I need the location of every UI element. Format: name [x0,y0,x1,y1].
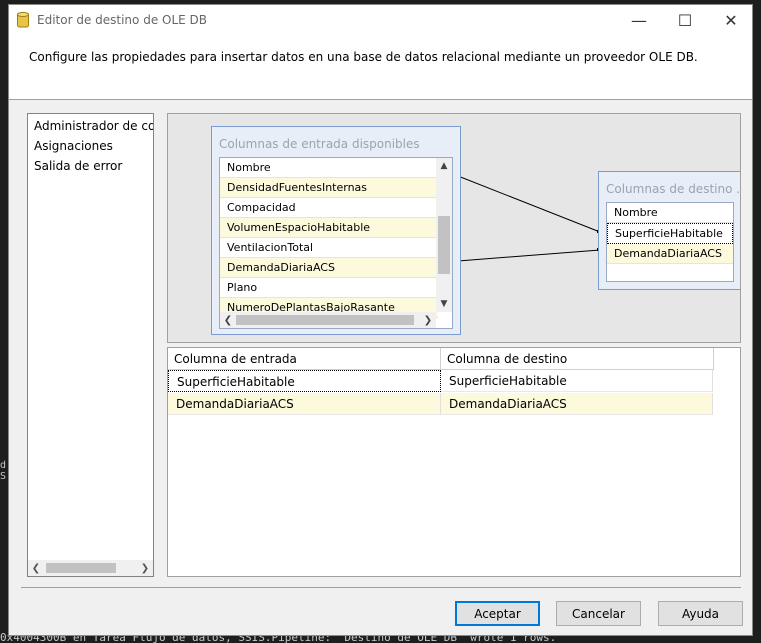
console-edge: dS [0,460,7,482]
grid-header-destination-column[interactable]: Columna de destino [441,348,714,370]
scroll-left-icon[interactable]: ❮ [220,312,236,328]
list-item[interactable]: Compacidad [220,198,438,218]
input-list-horizontal-scrollbar[interactable]: ❮ ❯ [220,312,436,328]
scroll-thumb[interactable] [46,563,116,573]
scroll-thumb[interactable] [438,216,450,274]
list-item[interactable]: DemandaDiariaACS [220,258,438,278]
minimize-button[interactable]: — [616,5,662,36]
nav-item-connection-manager[interactable]: Administrador de conexiones [28,116,153,136]
input-columns-box[interactable]: Columnas de entrada disponibles Nombre D… [211,126,461,335]
cancel-button[interactable]: Cancelar [556,601,641,626]
nav-horizontal-scrollbar[interactable]: ❮ ❯ [28,560,153,576]
mapping-line-demanda[interactable] [457,249,601,262]
nav-item-mappings[interactable]: Asignaciones [28,136,153,156]
title-bar[interactable]: Editor de destino de OLE DB — ☐ ✕ [9,5,752,36]
input-columns-title: Columnas de entrada disponibles [219,137,420,151]
list-item[interactable]: Plano [220,278,438,298]
input-columns-header[interactable]: Nombre [220,158,438,178]
scroll-right-icon[interactable]: ❯ [420,312,436,328]
grid-cell-input[interactable]: SuperficieHabitable [168,370,441,392]
database-icon [17,12,29,28]
scroll-up-icon[interactable]: ▲ [436,158,452,174]
minimize-icon: — [631,11,647,30]
dialog-description: Configure las propiedades para insertar … [29,50,698,64]
scroll-thumb[interactable] [236,315,414,325]
close-icon: ✕ [724,11,738,30]
destination-columns-header[interactable]: Nombre [607,203,733,223]
destination-columns-list[interactable]: Nombre SuperficieHabitable DemandaDiaria… [606,202,734,282]
maximize-icon: ☐ [677,11,693,30]
destination-columns-box[interactable]: Columnas de destino ... Nombre Superfici… [598,171,741,290]
maximize-button[interactable]: ☐ [662,5,708,36]
input-columns-list[interactable]: Nombre DensidadFuentesInternas Compacida… [219,157,453,329]
input-list-vertical-scrollbar[interactable]: ▲ ▼ [436,158,452,312]
nav-item-error-output[interactable]: Salida de error [28,156,153,176]
window-title: Editor de destino de OLE DB [37,13,208,27]
list-item[interactable]: SuperficieHabitable [607,223,733,244]
list-item[interactable]: VolumenEspacioHabitable [220,218,438,238]
footer-separator [21,587,741,588]
grid-header-input-column[interactable]: Columna de entrada [168,348,441,370]
mapping-line-superficie[interactable] [457,175,601,233]
mappings-grid: Columna de entrada Columna de destino Su… [167,347,741,577]
grid-cell-destination[interactable]: SuperficieHabitable [441,370,713,392]
grid-cell-input[interactable]: DemandaDiariaACS [168,393,441,415]
list-item[interactable]: DensidadFuentesInternas [220,178,438,198]
list-item[interactable]: DemandaDiariaACS [607,244,733,264]
description-area: Configure las propiedades para insertar … [9,36,752,99]
ole-db-destination-editor-dialog: Editor de destino de OLE DB — ☐ ✕ Config… [8,4,753,636]
grid-cell-destination[interactable]: DemandaDiariaACS [441,393,713,415]
header-separator [9,99,752,100]
mapping-canvas: Columnas de entrada disponibles Nombre D… [167,113,741,343]
scroll-right-icon[interactable]: ❯ [137,560,153,576]
scroll-down-icon[interactable]: ▼ [436,296,452,312]
accept-button[interactable]: Aceptar [455,601,540,626]
page-navigator: Administrador de conexiones Asignaciones… [27,113,154,577]
close-button[interactable]: ✕ [708,5,754,36]
scroll-left-icon[interactable]: ❮ [28,560,44,576]
destination-columns-title: Columnas de destino ... [606,182,741,196]
help-button[interactable]: Ayuda [658,601,743,626]
list-item[interactable]: VentilacionTotal [220,238,438,258]
